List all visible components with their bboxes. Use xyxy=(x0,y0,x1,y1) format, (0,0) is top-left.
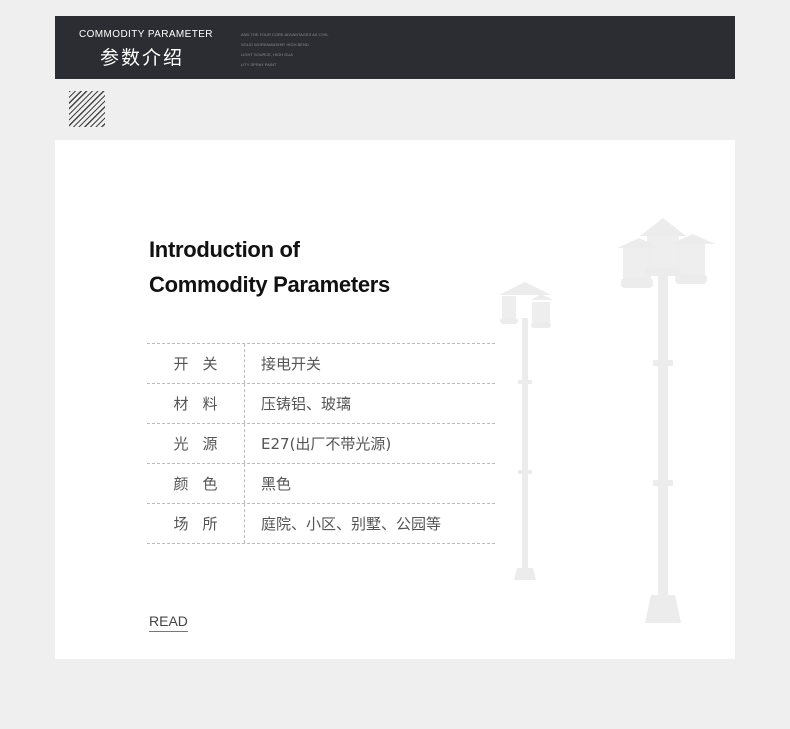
param-label: 场所 xyxy=(147,504,245,543)
banner-tag-line: AND THE FOUR CORE ADVANTAGES AS CIVIL xyxy=(241,32,329,37)
stripe-decoration-icon xyxy=(69,91,105,127)
banner-title-zh: 参数介绍 xyxy=(100,47,185,69)
intro-title: Introduction of Commodity Parameters xyxy=(149,232,390,302)
table-row: 开关 接电开关 xyxy=(147,344,495,384)
param-label: 材料 xyxy=(147,384,245,423)
read-link[interactable]: READ xyxy=(149,613,188,632)
table-row: 光源 E27(出厂不带光源) xyxy=(147,424,495,464)
table-row: 颜色 黑色 xyxy=(147,464,495,504)
banner-title-en: COMMODITY PARAMETER xyxy=(79,29,213,40)
param-label: 光源 xyxy=(147,424,245,463)
param-value: 接电开关 xyxy=(261,355,322,373)
param-label: 颜色 xyxy=(147,464,245,503)
intro-title-line-1: Introduction of xyxy=(149,237,300,262)
param-value: 庭院、小区、别墅、公园等 xyxy=(261,515,442,533)
param-label: 开关 xyxy=(147,344,245,383)
banner-tag-line: LITY SPRAY PAINT xyxy=(241,62,277,67)
parameter-card: Introduction of Commodity Parameters 开关 … xyxy=(55,140,735,659)
table-row: 场所 庭院、小区、别墅、公园等 xyxy=(147,504,495,544)
header-banner: COMMODITY PARAMETER 参数介绍 AND THE FOUR CO… xyxy=(55,16,735,79)
banner-tag-line: SOLID WORKMANSHIP, HIGH BEND xyxy=(241,42,309,47)
param-value: E27(出厂不带光源) xyxy=(261,435,392,453)
banner-tagline: AND THE FOUR CORE ADVANTAGES AS CIVIL SO… xyxy=(241,30,361,70)
parameter-table: 开关 接电开关 材料 压铸铝、玻璃 光源 E27(出厂不带光源) 颜色 黑色 场… xyxy=(147,343,495,544)
table-row: 材料 压铸铝、玻璃 xyxy=(147,384,495,424)
intro-title-line-2: Commodity Parameters xyxy=(149,272,390,297)
param-value: 压铸铝、玻璃 xyxy=(261,395,352,413)
banner-tag-line: LIGHT SOURCE, HIGH GUA xyxy=(241,52,293,57)
param-value: 黑色 xyxy=(261,475,292,493)
